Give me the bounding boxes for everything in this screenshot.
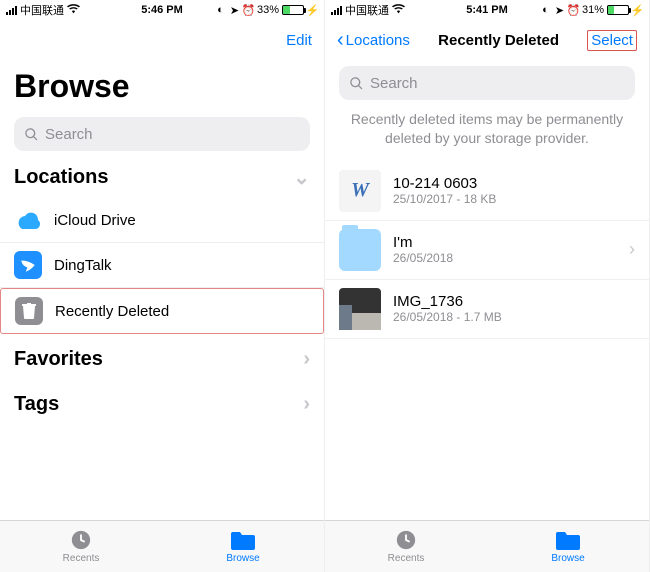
folder-icon — [556, 529, 580, 551]
location-label: Recently Deleted — [55, 303, 309, 320]
tab-label: Browse — [226, 553, 259, 564]
location-recently-deleted[interactable]: Recently Deleted — [0, 288, 324, 334]
battery-icon — [607, 5, 629, 15]
phone-recently-deleted: 中国联通 5:41 PM ◐ ➤ ⏰ 31% ⚡ ‹ Locations Rec… — [325, 0, 650, 572]
file-meta: 25/10/2017 - 18 KB — [393, 192, 635, 206]
tags-header[interactable]: Tags › — [0, 379, 324, 424]
image-thumb — [339, 288, 381, 330]
content: Browse Search Locations ⌄ iCloud Drive D… — [0, 60, 324, 572]
cloud-icon — [14, 206, 42, 234]
location-icloud[interactable]: iCloud Drive — [0, 198, 324, 243]
battery-pct: 33% — [257, 4, 279, 16]
wifi-icon — [67, 4, 80, 17]
charging-icon: ⚡ — [307, 5, 318, 16]
back-label: Locations — [346, 32, 410, 49]
search-input[interactable]: Search — [339, 66, 635, 100]
tabbar: Recents Browse — [0, 520, 324, 572]
location-label: iCloud Drive — [54, 212, 310, 229]
chevron-down-icon: ⌄ — [293, 165, 310, 190]
page-title: Browse — [0, 60, 324, 117]
chevron-right-icon: › — [629, 239, 635, 260]
dingtalk-icon — [14, 251, 42, 279]
search-icon — [24, 127, 39, 142]
favorites-header[interactable]: Favorites › — [0, 334, 324, 379]
chevron-right-icon: › — [303, 348, 310, 371]
tabbar: Recents Browse — [325, 520, 649, 572]
status-bar: 中国联通 5:41 PM ◐ ➤ ⏰ 31% ⚡ — [325, 0, 649, 20]
carrier-label: 中国联通 — [345, 2, 389, 18]
signal-icon — [331, 5, 342, 15]
search-input[interactable]: Search — [14, 117, 310, 151]
tab-label: Browse — [551, 553, 584, 564]
status-time: 5:46 PM — [141, 4, 183, 16]
wifi-icon — [392, 4, 405, 17]
navbar: ‹ Locations Recently Deleted Select — [325, 20, 649, 60]
battery-icon — [282, 5, 304, 15]
file-name: IMG_1736 — [393, 293, 635, 310]
phone-browse: 中国联通 5:46 PM ◐ ➤ ⏰ 33% ⚡ Edit Browse Sea… — [0, 0, 325, 572]
alarm-icon: ⏰ — [568, 5, 579, 16]
file-meta: 26/05/2018 — [393, 251, 617, 265]
signal-icon — [6, 5, 17, 15]
tab-browse[interactable]: Browse — [487, 521, 649, 572]
file-name: 10-214 0603 — [393, 175, 635, 192]
back-button[interactable]: ‹ Locations — [337, 30, 410, 50]
folder-icon — [231, 529, 255, 551]
edit-button[interactable]: Edit — [286, 32, 312, 49]
tab-recents[interactable]: Recents — [325, 521, 487, 572]
search-placeholder: Search — [45, 126, 93, 143]
chevron-right-icon: › — [303, 393, 310, 416]
tab-recents[interactable]: Recents — [0, 521, 162, 572]
tags-label: Tags — [14, 393, 59, 416]
favorites-label: Favorites — [14, 348, 103, 371]
dnd-icon: ◐ — [215, 5, 226, 16]
status-bar: 中国联通 5:46 PM ◐ ➤ ⏰ 33% ⚡ — [0, 0, 324, 20]
location-dingtalk[interactable]: DingTalk — [0, 243, 324, 288]
file-row[interactable]: I'm 26/05/2018 › — [325, 221, 649, 280]
chevron-left-icon: ‹ — [337, 30, 344, 50]
clock-icon — [69, 529, 93, 551]
locations-label: Locations — [14, 166, 108, 189]
search-placeholder: Search — [370, 75, 418, 92]
charging-icon: ⚡ — [632, 5, 643, 16]
trash-icon — [15, 297, 43, 325]
location-icon: ➤ — [554, 5, 565, 16]
page-title: Recently Deleted — [438, 32, 559, 49]
file-row[interactable]: W 10-214 0603 25/10/2017 - 18 KB — [325, 162, 649, 221]
folder-thumb — [339, 229, 381, 271]
search-icon — [349, 76, 364, 91]
file-meta: 26/05/2018 - 1.7 MB — [393, 310, 635, 324]
status-time: 5:41 PM — [466, 4, 508, 16]
tab-label: Recents — [63, 553, 100, 564]
file-name: I'm — [393, 234, 617, 251]
battery-pct: 31% — [582, 4, 604, 16]
dnd-icon: ◐ — [540, 5, 551, 16]
deleted-notice: Recently deleted items may be permanentl… — [325, 100, 649, 162]
doc-thumb: W — [339, 170, 381, 212]
navbar: Edit — [0, 20, 324, 60]
file-row[interactable]: IMG_1736 26/05/2018 - 1.7 MB — [325, 280, 649, 339]
select-button[interactable]: Select — [587, 30, 637, 51]
locations-header[interactable]: Locations ⌄ — [0, 151, 324, 198]
content: Search Recently deleted items may be per… — [325, 60, 649, 572]
location-icon: ➤ — [229, 5, 240, 16]
tab-browse[interactable]: Browse — [162, 521, 324, 572]
location-label: DingTalk — [54, 257, 310, 274]
carrier-label: 中国联通 — [20, 2, 64, 18]
tab-label: Recents — [388, 553, 425, 564]
alarm-icon: ⏰ — [243, 5, 254, 16]
clock-icon — [394, 529, 418, 551]
